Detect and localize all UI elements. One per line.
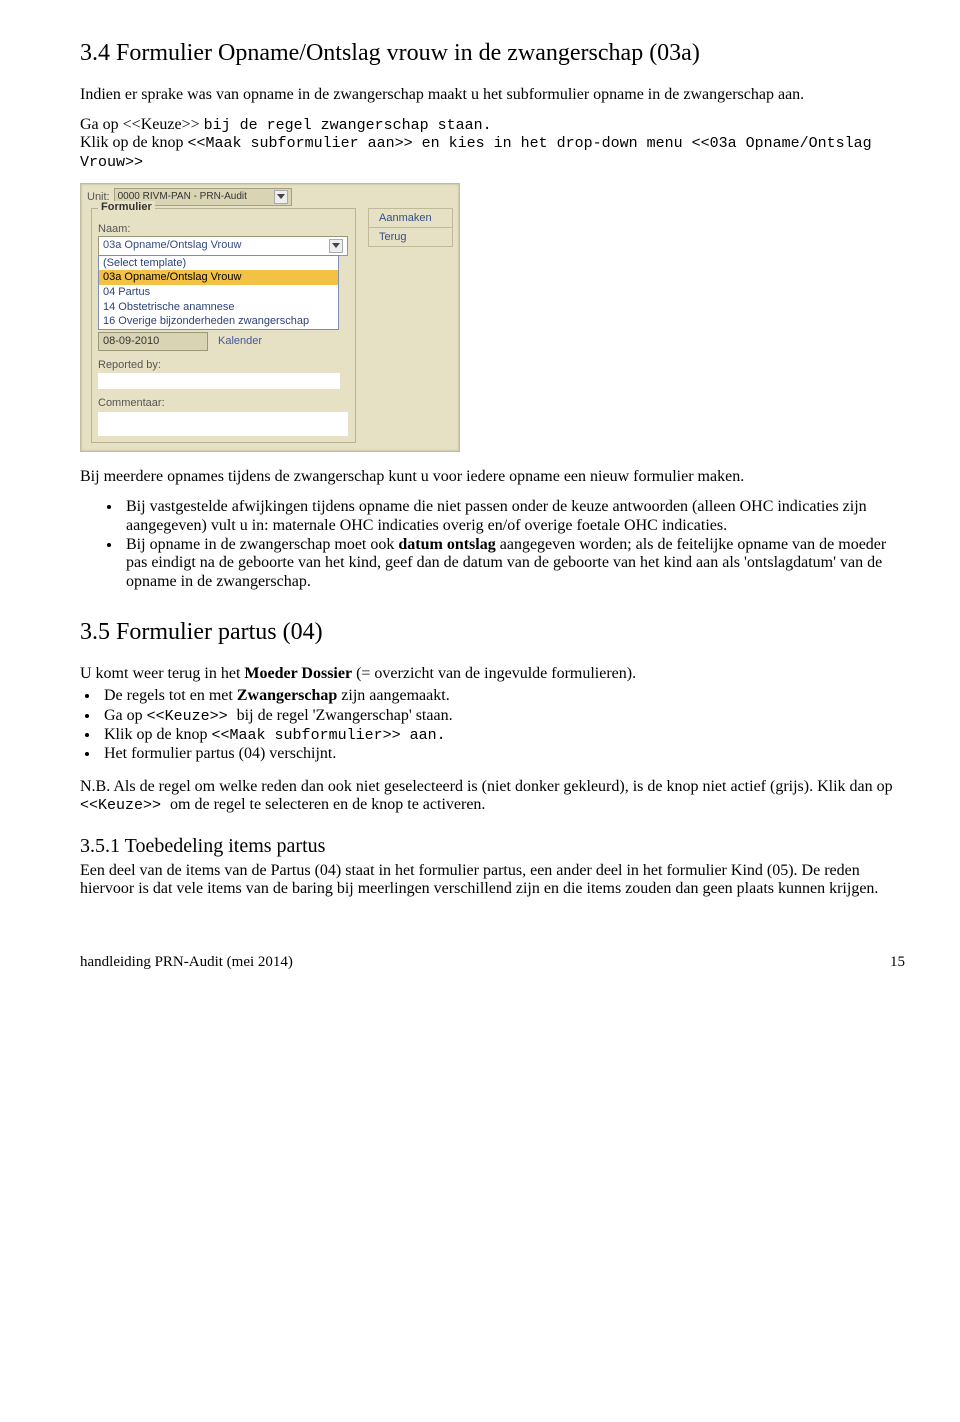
heading-3-5-1: 3.5.1 Toebedeling items partus	[80, 835, 905, 858]
li-text: zijn aangemaakt.	[337, 687, 449, 704]
chevron-down-icon[interactable]	[329, 239, 343, 253]
bullet-list-34: Bij vastgestelde afwijkingen tijdens opn…	[80, 498, 905, 591]
combo-item[interactable]: 16 Overige bijzonderheden zwangerschap	[99, 314, 338, 329]
combo-item[interactable]: 04 Partus	[99, 285, 338, 300]
list-item: Het formulier partus (04) verschijnt.	[100, 745, 905, 763]
para-35b-text2: om de regel te selecteren en de knop te …	[170, 796, 485, 813]
group-title: Formulier	[98, 201, 155, 214]
footer-left: handleiding PRN-Audit (mei 2014)	[80, 954, 293, 971]
combo-item[interactable]: 14 Obstetrische anamnese	[99, 300, 338, 315]
heading-3-5: 3.5 Formulier partus (04)	[80, 619, 905, 647]
code-keuze: <<Keuze>>	[147, 708, 237, 725]
reported-date-field[interactable]: 08-09-2010	[98, 332, 208, 351]
bold-moeder-dossier: Moeder Dossier	[244, 665, 352, 682]
para-35a-3: (= overzicht van de ingevulde formuliere…	[352, 665, 636, 682]
para-34a: Indien er sprake was van opname in de zw…	[80, 86, 905, 104]
screenshot-formulier: Unit: 0000 RIVM-PAN - PRN-Audit Formulie…	[80, 183, 460, 452]
chevron-down-icon[interactable]	[274, 190, 288, 204]
combo-item[interactable]: (Select template)	[99, 256, 338, 271]
li-text: Klik op de knop	[104, 726, 212, 743]
code-keuze-2: <<Keuze>>	[80, 797, 170, 814]
li-text: De regels tot en met	[104, 687, 237, 704]
terug-button[interactable]: Terug	[368, 227, 453, 247]
commentaar-label: Commentaar:	[98, 397, 349, 410]
commentaar-textarea[interactable]	[98, 412, 348, 436]
combo-selected: 03a Opname/Ontslag Vrouw	[103, 239, 241, 252]
bold-datum-ontslag: datum ontslag	[398, 536, 495, 553]
bold-zwangerschap: Zwangerschap	[237, 687, 337, 704]
combo-item[interactable]: 03a Opname/Ontslag Vrouw	[99, 270, 338, 285]
heading-3-4: 3.4 Formulier Opname/Ontslag vrouw in de…	[80, 40, 905, 68]
list-item: Ga op <<Keuze>> bij de regel 'Zwangersch…	[100, 707, 905, 725]
para-34c-code: <<Maak subformulier aan>> en kies in het…	[80, 135, 872, 170]
aanmaken-button[interactable]: Aanmaken	[368, 208, 453, 228]
bullet-list-35: De regels tot en met Zwangerschap zijn a…	[80, 687, 905, 764]
para-35b: N.B. Als de regel om welke reden dan ook…	[80, 778, 905, 815]
reported-by-input[interactable]	[98, 373, 340, 389]
footer-page-number: 15	[890, 954, 905, 971]
list-item: Bij vastgestelde afwijkingen tijdens opn…	[122, 498, 905, 535]
kalender-link[interactable]: Kalender	[218, 335, 262, 348]
para-34b-code: bij de regel zwangerschap staan.	[204, 117, 492, 134]
page-footer: handleiding PRN-Audit (mei 2014) 15	[80, 954, 905, 971]
para-35a-1: U komt weer terug in het	[80, 665, 244, 682]
li-text: Ga op	[104, 707, 147, 724]
list-item: Bij opname in de zwangerschap moet ook d…	[122, 536, 905, 591]
naam-label: Naam:	[98, 223, 349, 236]
template-combobox[interactable]: 03a Opname/Ontslag Vrouw	[98, 236, 348, 256]
para-34b: Ga op <<Keuze>> bij de regel zwangerscha…	[80, 116, 905, 171]
reported-by-label: Reported by:	[98, 359, 349, 372]
para-35b-text: N.B. Als de regel om welke reden dan ook…	[80, 778, 893, 795]
para-351: Een deel van de items van de Partus (04)…	[80, 862, 905, 899]
li-text: Bij opname in de zwangerschap moet ook	[126, 536, 398, 553]
para-34b-lead: Ga op <<Keuze>>	[80, 116, 204, 133]
li-text: bij de regel 'Zwangerschap' staan.	[237, 707, 453, 724]
code-maak-subformulier: <<Maak subformulier>> aan.	[212, 727, 446, 744]
para-34c-lead: Klik op de knop	[80, 134, 188, 151]
combo-dropdown-list: (Select template) 03a Opname/Ontslag Vro…	[98, 255, 339, 330]
list-item: Klik op de knop <<Maak subformulier>> aa…	[100, 726, 905, 744]
para-35a: U komt weer terug in het Moeder Dossier …	[80, 665, 905, 683]
para-34d: Bij meerdere opnames tijdens de zwangers…	[80, 468, 905, 486]
list-item: De regels tot en met Zwangerschap zijn a…	[100, 687, 905, 705]
